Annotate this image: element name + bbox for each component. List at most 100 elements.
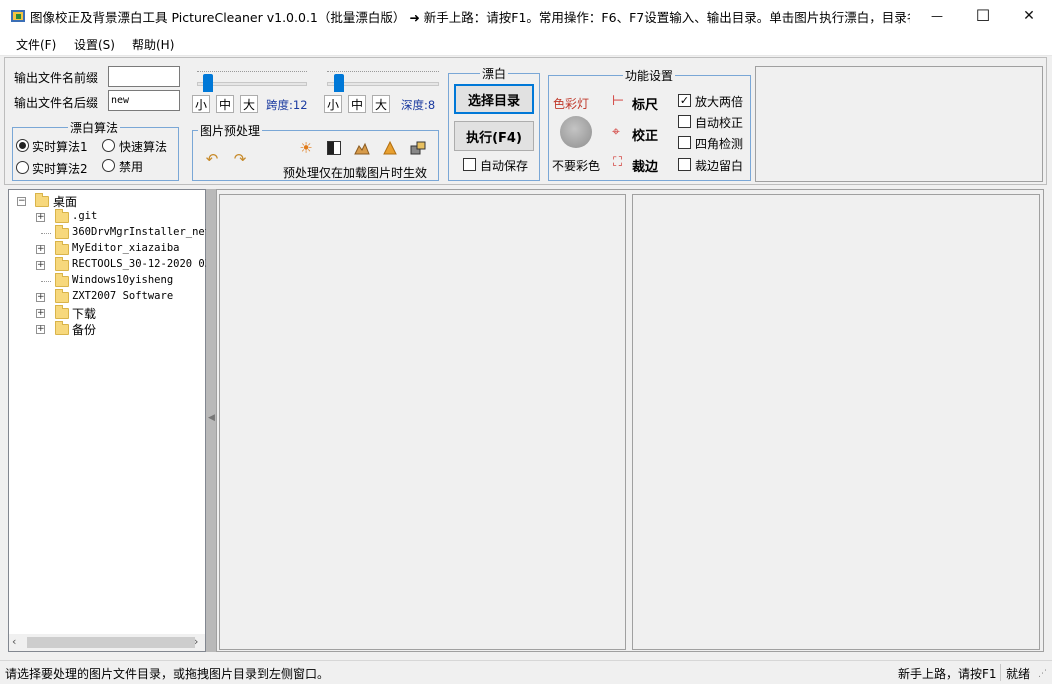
tree-rows: − 桌面 + .git 360DrvMgrInstaller_net + MyEditor_… [9,190,211,630]
algo-fast-label[interactable]: 快速算法 [119,138,167,155]
tree-item-label: RECTOOLS_30-12-2020 03 [72,258,212,270]
span-slider-thumb[interactable] [203,74,213,92]
features-group-title: 功能设置 [623,67,676,84]
zoom2x-label[interactable]: 放大两倍 [695,93,743,110]
no-color-label[interactable]: 不要彩色 [552,157,600,174]
depth-large-button[interactable]: 大 [372,95,390,113]
menu-settings[interactable]: 设置(S) [74,36,115,53]
expand-icon[interactable]: + [36,213,45,222]
auto-correct-checkbox[interactable] [678,115,691,128]
tree-root[interactable]: − 桌面 [9,193,205,209]
menu-help[interactable]: 帮助(H) [132,36,174,53]
pane-splitter[interactable]: ◀ [206,189,216,652]
color-light-indicator[interactable] [560,116,592,148]
brightness-icon[interactable]: ☀ [296,138,316,158]
span-slider-ticks [197,71,307,74]
status-bar: 请选择要处理的图片文件目录，或拖拽图片目录到左侧窗口。 新手上路，请按F1 就绪… [0,660,1052,684]
close-icon: ✕ [1023,7,1035,24]
suffix-input[interactable] [108,90,180,111]
algo-realtime1-radio[interactable] [16,139,29,152]
autosave-label[interactable]: 自动保存 [480,157,528,174]
minimize-button[interactable]: — [914,0,960,31]
title-bar[interactable]: 图像校正及背景漂白工具 PictureCleaner v1.0.0.1（批量漂白… [0,0,1052,31]
execute-button[interactable]: 执行(F4) [454,121,534,151]
preprocess-group-title: 图片预处理 [198,122,263,139]
autosave-checkbox[interactable] [463,158,476,171]
collapse-icon[interactable]: − [17,197,26,206]
algo-realtime2-radio[interactable] [16,161,29,174]
span-slider-track[interactable] [197,82,307,86]
tree-item-label: Windows10yisheng [72,274,174,286]
span-small-button[interactable]: 小 [192,95,210,113]
crop-margin-checkbox[interactable] [678,158,691,171]
contrast-icon[interactable] [324,138,344,158]
tree-item[interactable]: + MyEditor_xiazaiba [9,241,205,257]
minimize-icon: — [931,8,943,23]
color-adjust-icon[interactable] [408,138,428,158]
corner-detect-label[interactable]: 四角检测 [695,135,743,152]
sharpen-icon[interactable] [380,138,400,158]
folder-icon [55,209,69,223]
folder-icon [55,321,69,335]
crop-margin-label[interactable]: 裁边留白 [695,157,743,174]
preprocess-note: 预处理仅在加载图片时生效 [283,166,428,180]
scroll-right-icon[interactable]: › [194,635,198,648]
span-large-button[interactable]: 大 [240,95,258,113]
expand-icon[interactable]: + [36,261,45,270]
close-button[interactable]: ✕ [1006,0,1052,31]
ruler-icon[interactable]: ⊢ [612,93,624,109]
expand-icon[interactable]: + [36,325,45,334]
algo-realtime1-label[interactable]: 实时算法1 [32,138,88,155]
tree-root-label: 桌面 [53,195,78,209]
tree-item-label: 备份 [72,323,97,337]
folder-icon [55,289,69,303]
expand-icon[interactable]: + [36,245,45,254]
depth-value-label: 深度:8 [401,98,436,112]
span-value-label: 跨度:12 [266,98,308,112]
crop-icon[interactable]: ⛶ [613,155,622,170]
scrollbar-thumb[interactable] [27,637,195,648]
span-medium-button[interactable]: 中 [216,95,234,113]
folder-tree[interactable]: − 桌面 + .git 360DrvMgrInstaller_net + MyEditor_… [8,189,211,652]
algo-disable-label[interactable]: 禁用 [119,158,143,175]
select-directory-button[interactable]: 选择目录 [454,84,534,114]
status-hint: 新手上路，请按F1 [898,667,997,681]
algo-disable-radio[interactable] [102,159,115,172]
levels-icon[interactable] [352,138,372,158]
processed-image-view[interactable] [632,194,1040,650]
tree-item[interactable]: + .git [9,209,205,225]
maximize-button[interactable]: ☐ [960,0,1006,31]
tree-item[interactable]: 360DrvMgrInstaller_net [9,225,211,241]
algo-fast-radio[interactable] [102,139,115,152]
correct-label[interactable]: 校正 [632,125,658,144]
undo-icon[interactable]: ↶ [202,149,222,169]
ruler-label[interactable]: 标尺 [632,94,658,113]
correct-icon[interactable]: ⌖ [612,124,620,140]
zoom2x-checkbox[interactable]: ✓ [678,94,691,107]
redo-icon[interactable]: ↷ [230,149,250,169]
tree-item[interactable]: Windows10yisheng [9,273,205,289]
folder-icon [55,305,69,319]
tree-item[interactable]: + RECTOOLS_30-12-2020 03 [9,257,211,273]
tree-item[interactable]: + 下载 [9,305,205,321]
collapse-arrow-icon[interactable]: ◀ [208,413,215,423]
expand-icon[interactable]: + [36,293,45,302]
expand-icon[interactable]: + [36,309,45,318]
depth-small-button[interactable]: 小 [324,95,342,113]
corner-detect-checkbox[interactable] [678,136,691,149]
resize-grip-icon[interactable]: ⋰ [1038,669,1047,679]
scroll-left-icon[interactable]: ‹ [12,635,16,648]
auto-correct-label[interactable]: 自动校正 [695,114,743,131]
horizontal-scrollbar[interactable]: ‹ › [9,634,205,651]
menu-file[interactable]: 文件(F) [16,36,56,53]
crop-label[interactable]: 裁边 [632,156,658,175]
prefix-input[interactable] [108,66,180,87]
original-image-view[interactable] [219,194,626,650]
depth-slider-thumb[interactable] [334,74,345,92]
depth-medium-button[interactable]: 中 [348,95,366,113]
tree-item[interactable]: + ZXT2007 Software [9,289,205,305]
tree-item[interactable]: + 备份 [9,321,205,337]
algo-realtime2-label[interactable]: 实时算法2 [32,160,88,177]
folder-icon [55,225,69,239]
menu-bar: 文件(F) 设置(S) 帮助(H) [0,31,1052,56]
